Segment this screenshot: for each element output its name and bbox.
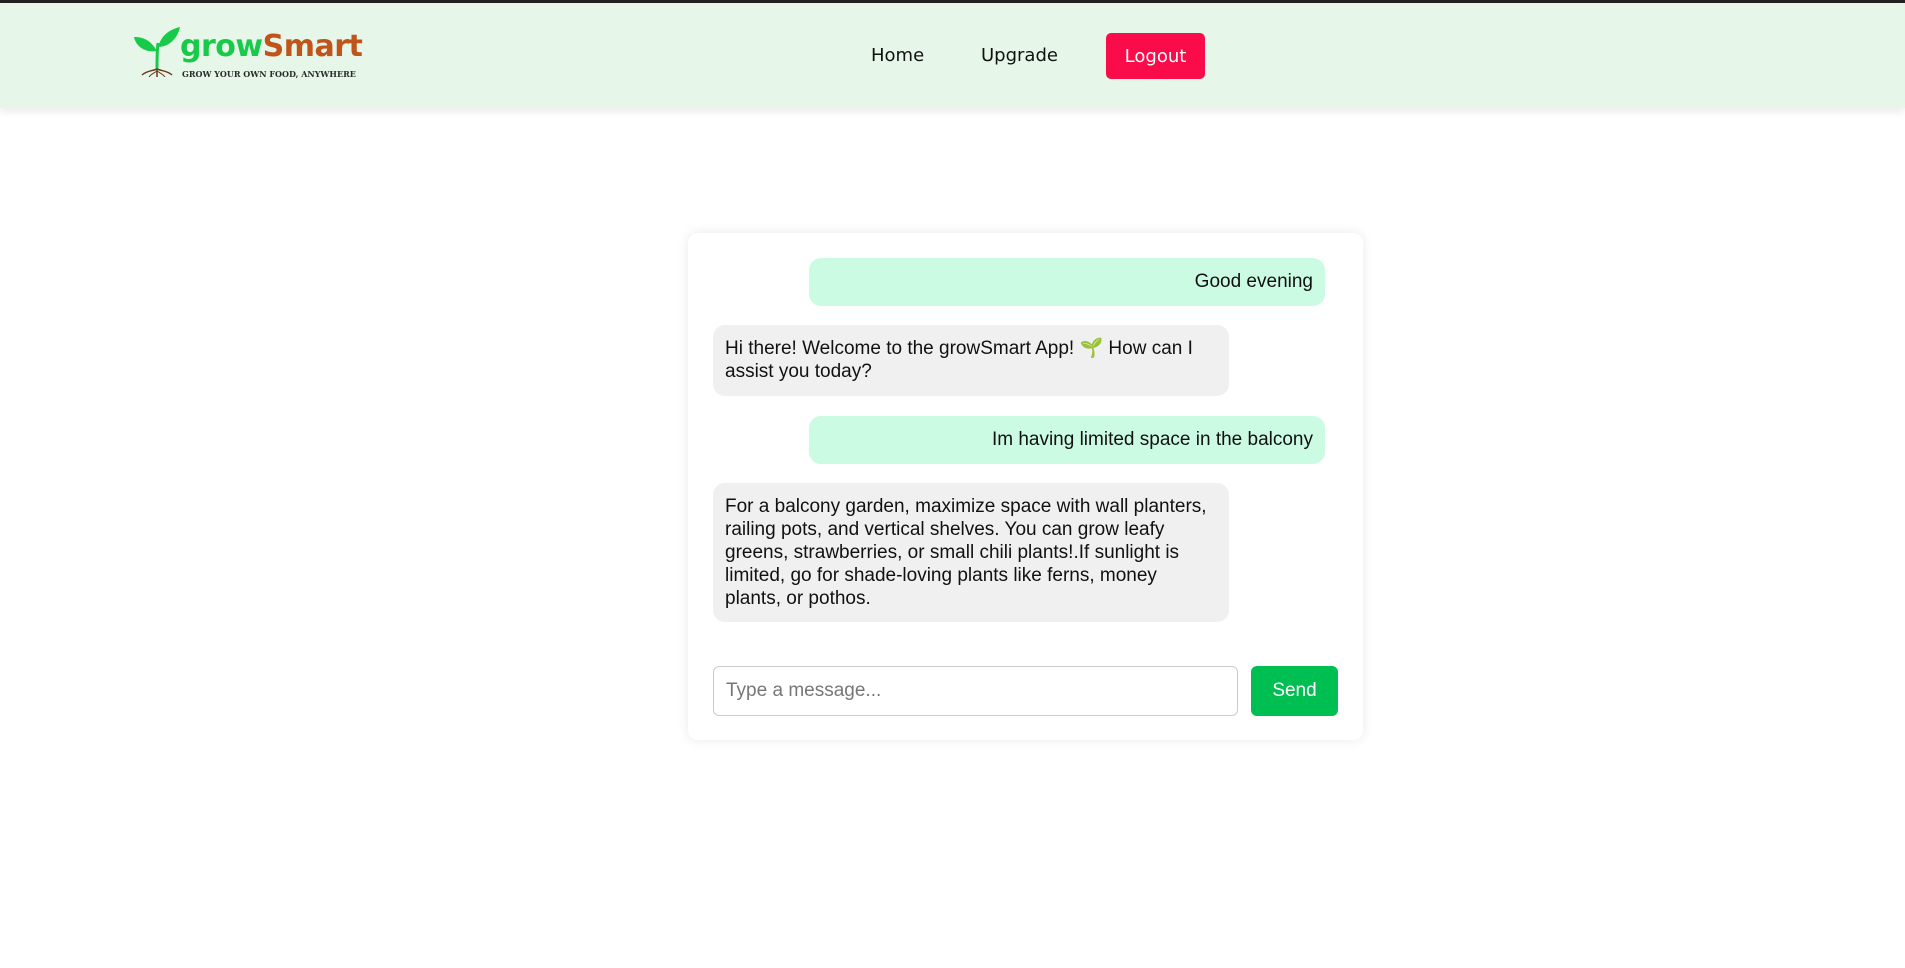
brand-name: growSmart <box>180 29 363 65</box>
bot-message: Hi there! Welcome to the growSmart App! … <box>713 325 1229 396</box>
brand-name-part1: grow <box>180 29 263 64</box>
sprout-logo-icon <box>134 27 180 77</box>
user-message: Im having limited space in the balcony <box>809 416 1325 464</box>
brand-name-part2: Smart <box>262 29 363 64</box>
user-message: Good evening <box>809 258 1325 306</box>
message-input[interactable] <box>713 666 1238 716</box>
nav-upgrade-link[interactable]: Upgrade <box>981 45 1058 66</box>
nav-home-link[interactable]: Home <box>871 45 924 66</box>
logout-button[interactable]: Logout <box>1106 33 1205 79</box>
brand-logo[interactable]: growSmart GROW YOUR OWN FOOD, ANYWHERE <box>134 25 363 85</box>
brand-tagline: GROW YOUR OWN FOOD, ANYWHERE <box>182 69 356 79</box>
bot-message: For a balcony garden, maximize space wit… <box>713 483 1229 622</box>
navbar: growSmart GROW YOUR OWN FOOD, ANYWHERE H… <box>0 3 1905 108</box>
send-button[interactable]: Send <box>1251 666 1338 716</box>
chat-window: Good evening Hi there! Welcome to the gr… <box>688 233 1363 740</box>
